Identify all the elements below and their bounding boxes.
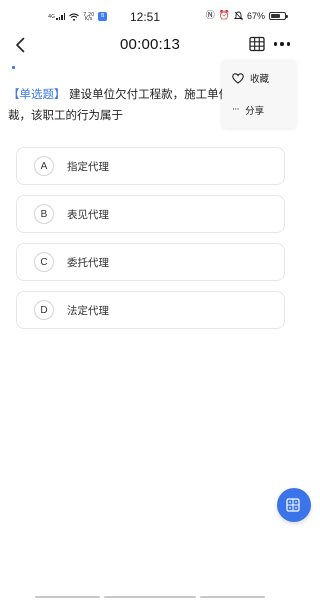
wifi-icon bbox=[69, 12, 79, 21]
top-bar: 00:00:13 bbox=[0, 30, 300, 60]
nfc-icon: Ⓝ bbox=[205, 11, 215, 21]
grid-icon bbox=[249, 36, 265, 52]
ellipsis-icon: ··· bbox=[232, 105, 240, 115]
nav-indicator bbox=[104, 596, 196, 598]
nav-indicator bbox=[35, 596, 100, 598]
option-text: 指定代理 bbox=[67, 160, 109, 173]
signal-bars-icon bbox=[56, 13, 66, 20]
answer-sheet-button[interactable] bbox=[249, 36, 265, 52]
option-b[interactable]: B 表见代理 bbox=[16, 195, 285, 233]
heart-icon bbox=[232, 72, 244, 84]
status-time: 12:51 bbox=[130, 10, 161, 24]
battery-percentage: 67% bbox=[246, 11, 265, 21]
menu-item-favorite-label: 收藏 bbox=[250, 74, 270, 85]
nav-indicator bbox=[200, 596, 265, 598]
network-speed: 7.20 K/s bbox=[83, 12, 94, 21]
calculator-icon bbox=[286, 498, 300, 512]
more-options-button[interactable] bbox=[270, 37, 294, 51]
option-text: 表见代理 bbox=[67, 208, 109, 221]
option-letter: B bbox=[34, 204, 54, 224]
signal-type-label: 4G bbox=[48, 14, 56, 20]
option-text: 法定代理 bbox=[67, 304, 109, 317]
question-type-label: 【单选题】 bbox=[8, 87, 66, 101]
option-d[interactable]: D 法定代理 bbox=[16, 291, 285, 329]
option-a[interactable]: A 指定代理 bbox=[16, 147, 285, 185]
status-left: 4G 7.20 K/s B bbox=[48, 12, 108, 21]
more-dots-icon bbox=[273, 42, 278, 46]
battery-level-fill bbox=[271, 14, 280, 18]
progress-fill bbox=[12, 66, 15, 69]
floating-action-button[interactable] bbox=[277, 488, 311, 522]
menu-item-share-label: 分享 bbox=[245, 106, 265, 117]
status-bar: 4G 7.20 K/s B 12:51 Ⓝ ⏰ 67% bbox=[0, 0, 300, 32]
mute-bell-icon bbox=[233, 11, 243, 21]
app-notification-icon: B bbox=[98, 12, 108, 21]
option-text: 委托代理 bbox=[67, 256, 109, 269]
more-options-menu: 收藏 ··· 分享 bbox=[222, 60, 296, 128]
menu-item-share[interactable]: ··· 分享 bbox=[232, 102, 264, 118]
alarm-icon: ⏰ bbox=[218, 11, 230, 21]
option-letter: C bbox=[34, 252, 54, 272]
option-c[interactable]: C 委托代理 bbox=[16, 243, 285, 281]
menu-item-favorite[interactable]: 收藏 bbox=[232, 70, 269, 86]
option-letter: A bbox=[34, 156, 54, 176]
cellular-signal: 4G bbox=[48, 13, 66, 20]
status-right: Ⓝ ⏰ 67% bbox=[205, 11, 288, 21]
battery-icon bbox=[269, 12, 288, 20]
option-letter: D bbox=[34, 300, 54, 320]
